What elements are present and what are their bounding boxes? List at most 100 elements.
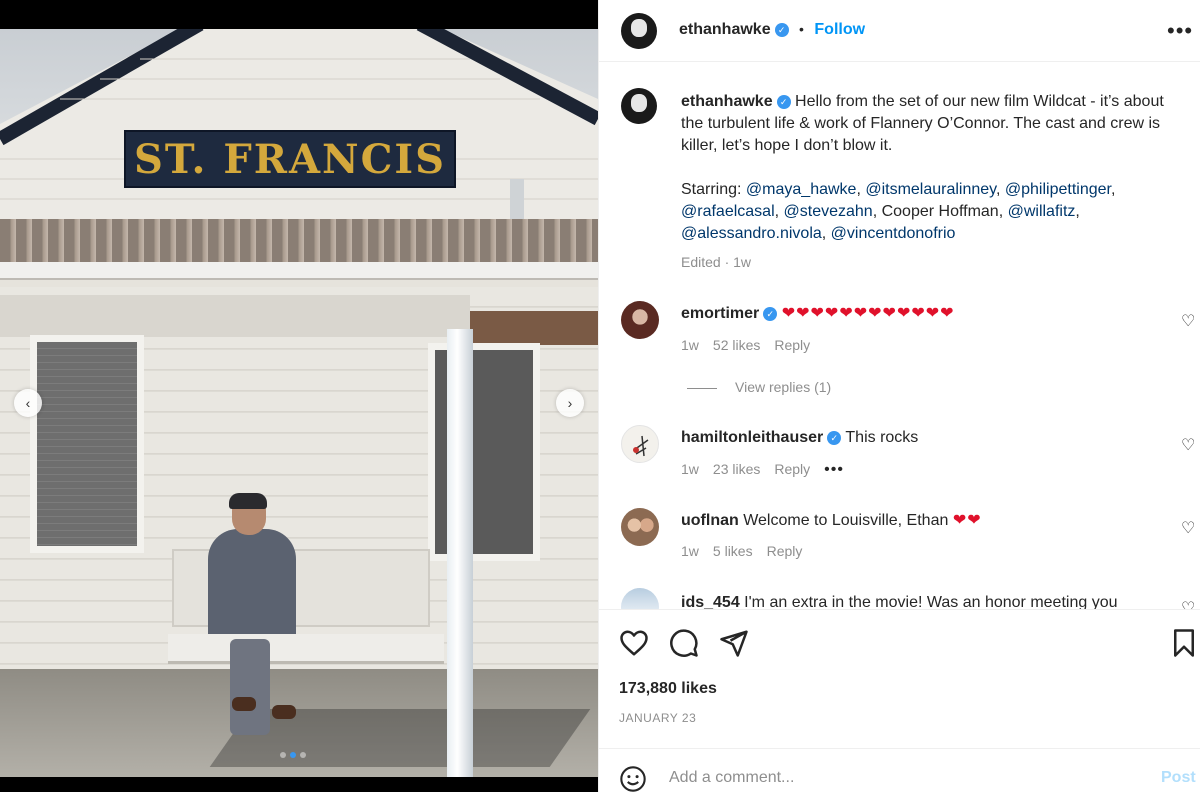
post-sidebar: ethanhawke ✓ • Follow ••• ethanhawke ✓ Hel…	[598, 0, 1200, 792]
commenter-avatar[interactable]	[621, 301, 659, 339]
photo-beam	[0, 295, 470, 337]
comment-text: Welcome to Louisville, Ethan	[743, 512, 949, 529]
st-francis-sign: ST. FRANCIS	[124, 130, 456, 188]
like-heart-icon[interactable]	[619, 628, 649, 658]
post-caption: ethanhawke ✓ Hello from the set of our ne…	[681, 91, 1171, 245]
comment-time[interactable]: 1w	[681, 543, 699, 559]
mention-link[interactable]: @stevezahn	[784, 203, 873, 220]
view-replies-button[interactable]: View replies (1)	[687, 379, 831, 395]
comment-like-heart-icon[interactable]: ♡	[1181, 435, 1195, 455]
comment-text: This rocks	[845, 429, 919, 446]
sketch-avatar-icon	[633, 435, 649, 457]
photo-gutter	[0, 262, 598, 280]
mention-link[interactable]: @rafaelcasal	[681, 203, 775, 220]
header-separator: •	[799, 21, 804, 37]
comment-time[interactable]: 1w	[681, 461, 699, 477]
photo-roof	[0, 219, 598, 263]
photo-window-right	[428, 343, 540, 561]
comment-input[interactable]	[669, 769, 1129, 787]
comment-time[interactable]: 1w	[681, 337, 699, 353]
person-coat	[208, 529, 296, 649]
photo-beam-dark	[470, 311, 598, 345]
commenter-avatar[interactable]	[621, 425, 659, 463]
post-photo: ST. FRANCIS	[0, 29, 598, 777]
comment-like-heart-icon[interactable]: ♡	[1181, 598, 1195, 609]
commenter-username[interactable]: hamiltonleithauser	[681, 429, 823, 446]
shoe-right	[272, 705, 296, 719]
comment-body: hamiltonleithauser ✓ This rocks	[681, 427, 1151, 449]
verified-badge-icon: ✓	[776, 95, 791, 109]
comment-body: ids_454 I'm an extra in the movie! Was a…	[681, 592, 1151, 609]
carousel-dot-active	[290, 752, 296, 758]
post-header: ethanhawke ✓ • Follow •••	[599, 0, 1200, 62]
post-actions: 173,880 likes JANUARY 23	[599, 609, 1200, 749]
photo-window-left	[30, 335, 144, 553]
edited-timestamp[interactable]: Edited · 1w	[681, 254, 751, 270]
replies-divider	[687, 387, 717, 389]
comment-text: ❤❤❤❤❤❤❤❤❤❤❤❤	[781, 305, 955, 322]
starring-label: Starring:	[681, 181, 742, 198]
caption-avatar[interactable]	[621, 88, 657, 124]
carousel-dot	[280, 752, 286, 758]
mention-link[interactable]: @willafitz	[1008, 203, 1076, 220]
comment-bubble-icon[interactable]	[669, 628, 699, 658]
comment-hearts: ❤❤	[952, 512, 982, 529]
mention-link[interactable]: @philipettinger	[1005, 181, 1111, 198]
verified-badge-icon: ✓	[774, 23, 789, 37]
comment-likes[interactable]: 52 likes	[713, 337, 760, 353]
comment-meta: 1w 23 likes Reply •••	[681, 461, 858, 479]
view-replies-label: View replies (1)	[735, 379, 832, 395]
comment-body: uoflnan Welcome to Louisville, Ethan ❤❤	[681, 510, 1151, 532]
share-paper-plane-icon[interactable]	[719, 628, 749, 658]
commenter-avatar[interactable]	[621, 588, 659, 609]
carousel-dot	[300, 752, 306, 758]
author-avatar[interactable]	[621, 13, 657, 49]
comment-body: emortimer ✓ ❤❤❤❤❤❤❤❤❤❤❤❤	[681, 303, 1151, 325]
post-comment-button[interactable]: Post	[1161, 769, 1196, 787]
bookmark-icon[interactable]	[1169, 628, 1199, 658]
comment-text: I'm an extra in the movie! Was an honor …	[744, 594, 1118, 609]
person-cap	[229, 493, 267, 509]
likes-count[interactable]: 173,880 likes	[619, 680, 717, 698]
carousel-indicator	[280, 752, 306, 758]
commenter-username[interactable]: emortimer	[681, 305, 759, 322]
bench-seat	[168, 634, 444, 664]
mention-link[interactable]: @itsmelauralinney	[865, 181, 996, 198]
author-username[interactable]: ethanhawke	[679, 21, 771, 38]
commenter-username[interactable]: ids_454	[681, 594, 740, 609]
chevron-left-icon: ‹	[25, 395, 31, 411]
add-comment-bar: Post	[599, 748, 1200, 792]
shoe-left	[232, 697, 256, 711]
more-options-icon[interactable]: •••	[1167, 18, 1193, 44]
reply-button[interactable]: Reply	[774, 461, 810, 477]
reply-button[interactable]: Reply	[774, 337, 810, 353]
post-media[interactable]: ST. FRANCIS ‹ ›	[0, 0, 598, 792]
comment-meta: 1w 5 likes Reply	[681, 543, 816, 559]
mention-link[interactable]: @vincentdonofrio	[831, 225, 956, 242]
chevron-right-icon: ›	[567, 395, 573, 411]
commenter-avatar[interactable]	[621, 508, 659, 546]
comment-like-heart-icon[interactable]: ♡	[1181, 311, 1195, 331]
verified-badge-icon: ✓	[763, 307, 778, 321]
carousel-prev-button[interactable]: ‹	[14, 389, 42, 417]
author-line: ethanhawke ✓ • Follow	[679, 21, 865, 39]
post-date[interactable]: JANUARY 23	[619, 711, 696, 725]
comment-options-icon[interactable]: •••	[824, 461, 844, 478]
commenter-username[interactable]: uoflnan	[681, 512, 739, 529]
comment-like-heart-icon[interactable]: ♡	[1181, 518, 1195, 538]
comments-scroll-area[interactable]: ethanhawke ✓ Hello from the set of our ne…	[599, 63, 1200, 609]
comment-meta: 1w 52 likes Reply	[681, 337, 824, 353]
verified-badge-icon: ✓	[827, 431, 842, 445]
comment-likes[interactable]: 23 likes	[713, 461, 760, 477]
reply-button[interactable]: Reply	[767, 543, 803, 559]
cast-name: Cooper Hoffman	[881, 203, 999, 220]
mention-link[interactable]: @alessandro.nivola	[681, 225, 822, 242]
mention-link[interactable]: @maya_hawke	[746, 181, 857, 198]
person-legs	[230, 639, 270, 735]
carousel-next-button[interactable]: ›	[556, 389, 584, 417]
starring-line: Starring: @maya_hawke, @itsmelauralinney…	[681, 181, 1116, 242]
emoji-smiley-icon[interactable]	[619, 765, 647, 792]
caption-username[interactable]: ethanhawke	[681, 93, 773, 110]
follow-button[interactable]: Follow	[814, 21, 865, 38]
comment-likes[interactable]: 5 likes	[713, 543, 753, 559]
